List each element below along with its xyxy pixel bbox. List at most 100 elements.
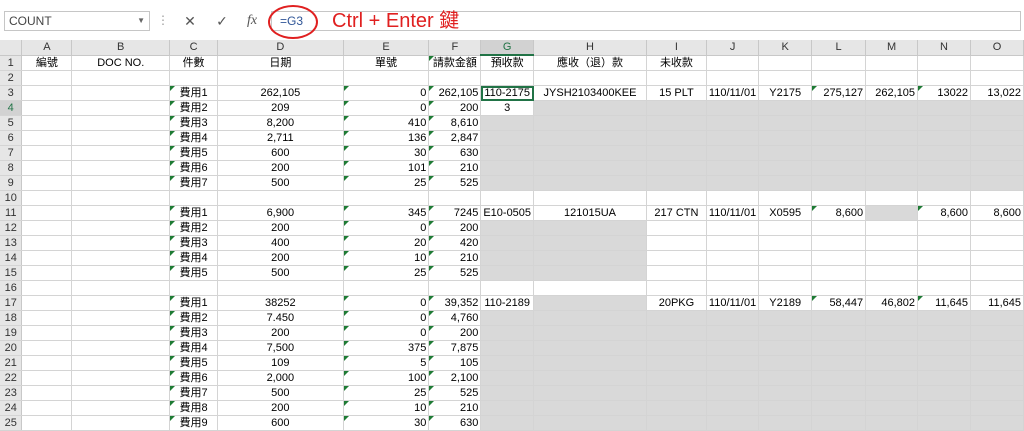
cell-e22[interactable]: 100 — [343, 370, 430, 386]
cell-c14[interactable]: 費用4 — [169, 250, 219, 266]
cell-d15[interactable]: 500 — [217, 265, 344, 281]
cell-h3[interactable]: JYSH2103400KEE — [533, 85, 647, 101]
cell-i24[interactable] — [646, 400, 707, 416]
cell-j22[interactable] — [706, 370, 760, 386]
cell-e19[interactable]: 0 — [343, 325, 430, 341]
cell-f4[interactable]: 200 — [428, 100, 482, 116]
cell-n9[interactable] — [917, 175, 971, 191]
cell-j23[interactable] — [706, 385, 760, 401]
cell-i11[interactable]: 217 CTN — [646, 205, 707, 221]
cell-o20[interactable] — [970, 340, 1024, 356]
chevron-down-icon[interactable]: ▼ — [137, 12, 145, 30]
cell-k10[interactable] — [758, 190, 813, 206]
cell-e18[interactable]: 0 — [343, 310, 430, 326]
cell-l13[interactable] — [811, 235, 867, 251]
cell-i1[interactable]: 未收款 — [646, 55, 707, 71]
cell-o12[interactable] — [970, 220, 1024, 236]
cell-b14[interactable] — [71, 250, 171, 266]
cell-g24[interactable] — [480, 400, 535, 416]
row-header-11[interactable]: 11 — [0, 205, 23, 221]
column-header-d[interactable]: D — [217, 40, 344, 56]
column-header-g[interactable]: G — [480, 40, 535, 56]
cell-k14[interactable] — [758, 250, 813, 266]
cell-g14[interactable] — [480, 250, 535, 266]
cell-b7[interactable] — [71, 145, 171, 161]
cell-a11[interactable] — [21, 205, 73, 221]
cell-g4[interactable]: 3 — [480, 100, 535, 116]
cell-d21[interactable]: 109 — [217, 355, 344, 371]
cell-e23[interactable]: 25 — [343, 385, 430, 401]
cell-g21[interactable] — [480, 355, 535, 371]
cell-m16[interactable] — [865, 280, 919, 296]
cell-n7[interactable] — [917, 145, 971, 161]
cell-i5[interactable] — [646, 115, 707, 131]
cell-a18[interactable] — [21, 310, 73, 326]
cell-a21[interactable] — [21, 355, 73, 371]
cell-o10[interactable] — [970, 190, 1024, 206]
cell-o22[interactable] — [970, 370, 1024, 386]
cell-n20[interactable] — [917, 340, 971, 356]
cell-d12[interactable]: 200 — [217, 220, 344, 236]
cell-b13[interactable] — [71, 235, 171, 251]
cell-n4[interactable] — [917, 100, 971, 116]
cell-f14[interactable]: 210 — [428, 250, 482, 266]
cell-m12[interactable] — [865, 220, 919, 236]
cell-i25[interactable] — [646, 415, 707, 431]
cell-g13[interactable] — [480, 235, 535, 251]
cell-i17[interactable]: 20PKG — [646, 295, 707, 311]
cell-o4[interactable] — [970, 100, 1024, 116]
cell-c18[interactable]: 費用2 — [169, 310, 219, 326]
cell-h22[interactable] — [533, 370, 647, 386]
cell-h21[interactable] — [533, 355, 647, 371]
row-header-14[interactable]: 14 — [0, 250, 23, 266]
cell-n11[interactable]: 8,600 — [917, 205, 971, 221]
cell-n18[interactable] — [917, 310, 971, 326]
cell-m2[interactable] — [865, 70, 919, 86]
cell-f5[interactable]: 8,610 — [428, 115, 482, 131]
cell-f10[interactable] — [428, 190, 482, 206]
cell-c17[interactable]: 費用1 — [169, 295, 219, 311]
cell-j15[interactable] — [706, 265, 760, 281]
row-header-23[interactable]: 23 — [0, 385, 23, 401]
row-header-8[interactable]: 8 — [0, 160, 23, 176]
cell-e15[interactable]: 25 — [343, 265, 430, 281]
cell-l21[interactable] — [811, 355, 867, 371]
cell-i13[interactable] — [646, 235, 707, 251]
cell-k8[interactable] — [758, 160, 813, 176]
cell-m6[interactable] — [865, 130, 919, 146]
cell-n5[interactable] — [917, 115, 971, 131]
cell-i3[interactable]: 15 PLT — [646, 85, 707, 101]
cell-l10[interactable] — [811, 190, 867, 206]
cell-i12[interactable] — [646, 220, 707, 236]
cell-e4[interactable]: 0 — [343, 100, 430, 116]
cell-d16[interactable] — [217, 280, 344, 296]
cell-d8[interactable]: 200 — [217, 160, 344, 176]
cell-i6[interactable] — [646, 130, 707, 146]
cell-a5[interactable] — [21, 115, 73, 131]
cell-l25[interactable] — [811, 415, 867, 431]
cell-o17[interactable]: 11,645 — [970, 295, 1024, 311]
cell-a24[interactable] — [21, 400, 73, 416]
column-header-c[interactable]: C — [169, 40, 219, 56]
cell-l24[interactable] — [811, 400, 867, 416]
cell-i10[interactable] — [646, 190, 707, 206]
row-header-2[interactable]: 2 — [0, 70, 23, 86]
cell-k21[interactable] — [758, 355, 813, 371]
cell-i8[interactable] — [646, 160, 707, 176]
cell-c9[interactable]: 費用7 — [169, 175, 219, 191]
cell-a6[interactable] — [21, 130, 73, 146]
cell-j14[interactable] — [706, 250, 760, 266]
cell-k22[interactable] — [758, 370, 813, 386]
cell-g22[interactable] — [480, 370, 535, 386]
cell-c25[interactable]: 費用9 — [169, 415, 219, 431]
drag-handle-icon[interactable]: ⋮ — [157, 13, 169, 27]
cell-f23[interactable]: 525 — [428, 385, 482, 401]
cell-c13[interactable]: 費用3 — [169, 235, 219, 251]
cell-b20[interactable] — [71, 340, 171, 356]
column-header-o[interactable]: O — [970, 40, 1024, 56]
cell-d1[interactable]: 日期 — [217, 55, 344, 71]
cell-b22[interactable] — [71, 370, 171, 386]
cell-j18[interactable] — [706, 310, 760, 326]
cell-k17[interactable]: Y2189 — [758, 295, 813, 311]
cell-g17[interactable]: 110-2189 — [480, 295, 535, 311]
